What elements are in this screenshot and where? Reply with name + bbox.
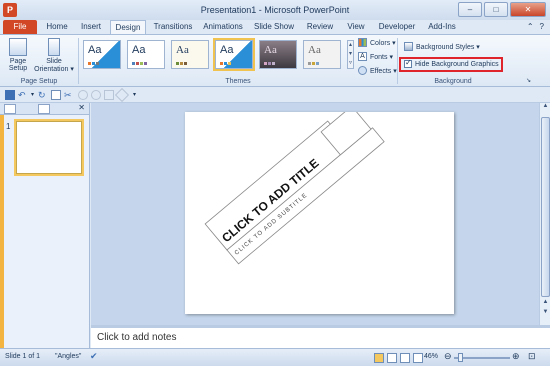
theme-name[interactable]: "Angles" — [55, 353, 81, 360]
slides-pane: ✕ 1 — [0, 103, 90, 348]
slide-orientation-button[interactable]: Slide Orientation ▾ — [32, 38, 76, 73]
tab-developer[interactable]: Developer — [376, 20, 418, 34]
tab-insert[interactable]: Insert — [76, 20, 106, 34]
background-group-label: Background — [434, 78, 472, 85]
slide-show-view-icon[interactable] — [413, 353, 423, 363]
colors-button[interactable]: Colors ▾ — [358, 38, 396, 47]
fit-slide-icon[interactable]: ⊡ — [528, 351, 536, 362]
page-setup-label-1: Page — [9, 58, 27, 65]
theme-thumbnail-1[interactable]: Aa — [83, 40, 121, 69]
themes-gallery-scroll[interactable]: ▴ ▾ ▿ — [347, 40, 354, 69]
page-setup-label-2: Setup — [8, 65, 28, 72]
status-bar: Slide 1 of 1 "Angles" ✔ 46% ⊖ ⊕ ⊡ — [0, 348, 550, 366]
zoom-level[interactable]: 46% — [424, 353, 438, 360]
ribbon-tabs: File Home Insert Design Transitions Anim… — [0, 20, 550, 34]
slide-number: 1 — [6, 122, 11, 131]
colors-label: Colors ▾ — [370, 39, 396, 47]
new-slide-icon[interactable] — [51, 90, 61, 100]
tab-animations[interactable]: Animations — [200, 20, 246, 34]
slide-sorter-view-icon[interactable] — [387, 353, 397, 363]
slide-orientation-icon — [48, 38, 60, 56]
tab-home[interactable]: Home — [42, 20, 72, 34]
effects-icon — [358, 66, 367, 75]
save-icon[interactable] — [5, 90, 15, 100]
pane-tabs: ✕ — [0, 103, 89, 115]
colors-icon — [358, 38, 367, 47]
tab-design[interactable]: Design — [110, 20, 146, 34]
slide-thumbnail — [16, 121, 82, 174]
page-setup-group-label: Page Setup — [20, 78, 58, 85]
shape-icon[interactable] — [78, 90, 88, 100]
effects-button[interactable]: Effects ▾ — [358, 66, 397, 75]
scroll-up-icon[interactable]: ▲ — [540, 103, 550, 113]
slide-canvas[interactable]: CLICK TO ADD TITLE CLICK TO ADD SUBTITLE — [185, 112, 454, 314]
notes-pane[interactable]: Click to add notes — [91, 325, 550, 348]
tab-transitions[interactable]: Transitions — [150, 20, 196, 34]
cut-icon[interactable]: ✂ — [64, 90, 74, 100]
theme-thumbnail-2[interactable]: Aa — [127, 40, 165, 69]
format-background-launcher-icon[interactable]: ↘ — [526, 77, 531, 84]
fonts-label: Fonts ▾ — [370, 53, 393, 61]
theme-thumbnail-5[interactable]: Aa — [259, 40, 297, 69]
slide-vertical-scrollbar[interactable]: ▲ ▲ ▼ — [539, 103, 550, 325]
shape-icon-2[interactable] — [91, 90, 101, 100]
previous-slide-icon[interactable]: ▲ — [540, 299, 550, 309]
minimize-button[interactable]: – — [458, 2, 482, 17]
orientation-label-1: Slide — [46, 58, 62, 65]
normal-view-icon[interactable] — [374, 353, 384, 363]
pane-close-icon[interactable]: ✕ — [78, 103, 85, 112]
zoom-out-icon[interactable]: ⊖ — [444, 351, 452, 362]
close-button[interactable]: ✕ — [510, 2, 546, 17]
scroll-thumb[interactable] — [541, 117, 550, 297]
slide-count: Slide 1 of 1 — [5, 353, 41, 360]
group-divider — [78, 38, 79, 84]
customize-toolbar-icon[interactable]: ▾ — [133, 90, 143, 100]
orientation-label-2: Orientation ▾ — [34, 66, 74, 73]
fonts-button[interactable]: A Fonts ▾ — [358, 52, 393, 61]
slide-editing-area: CLICK TO ADD TITLE CLICK TO ADD SUBTITLE… — [91, 103, 550, 325]
tab-slide-show[interactable]: Slide Show — [251, 20, 297, 34]
minimize-ribbon-icon[interactable]: ⌃ — [527, 22, 534, 31]
shape-icon-4[interactable] — [114, 87, 130, 103]
outline-tab-icon[interactable] — [38, 104, 50, 114]
slide-thumbnail-selected[interactable] — [14, 119, 84, 176]
tab-add-ins[interactable]: Add-Ins — [424, 20, 460, 34]
pane-scroll-indicator — [0, 115, 4, 348]
background-styles-icon — [404, 42, 413, 51]
theme-thumbnail-angles[interactable]: Aa — [213, 38, 255, 71]
zoom-slider-knob[interactable] — [458, 353, 463, 362]
slides-tab-icon[interactable] — [4, 104, 16, 114]
shape-icon-3[interactable] — [104, 90, 114, 100]
theme-thumbnail-3[interactable]: Aa — [171, 40, 209, 69]
tab-file[interactable]: File — [3, 20, 37, 34]
quick-access-toolbar: ↶ ▾ ↻ ✂ ▾ — [0, 87, 550, 103]
theme-thumbnail-6[interactable]: Aa — [303, 40, 341, 69]
undo-icon[interactable]: ↶ — [18, 90, 28, 100]
spell-check-icon[interactable]: ✔ — [90, 351, 98, 362]
background-styles-button[interactable]: Background Styles ▾ — [404, 42, 480, 51]
fonts-icon: A — [358, 52, 367, 61]
tab-review[interactable]: Review — [303, 20, 337, 34]
redo-icon[interactable]: ↻ — [38, 90, 48, 100]
annotation-highlight-box — [399, 57, 503, 72]
help-icon[interactable]: ? — [540, 22, 544, 31]
window-controls: – □ ✕ — [458, 2, 546, 17]
background-styles-label: Background Styles ▾ — [416, 43, 480, 51]
themes-group-label: Themes — [225, 78, 251, 85]
next-slide-icon[interactable]: ▼ — [540, 309, 550, 319]
maximize-button[interactable]: □ — [484, 2, 508, 17]
tab-view[interactable]: View — [342, 20, 370, 34]
reading-view-icon[interactable] — [400, 353, 410, 363]
page-setup-icon — [9, 38, 27, 56]
ribbon-controls: ⌃ ? — [527, 22, 544, 31]
slide-layout-graphic: CLICK TO ADD TITLE CLICK TO ADD SUBTITLE — [204, 112, 385, 265]
notes-placeholder: Click to add notes — [97, 332, 177, 343]
zoom-in-icon[interactable]: ⊕ — [512, 351, 520, 362]
effects-label: Effects ▾ — [370, 67, 397, 75]
title-bar: P Presentation1 - Microsoft PowerPoint –… — [0, 0, 550, 20]
page-setup-button[interactable]: Page Setup — [3, 38, 33, 72]
